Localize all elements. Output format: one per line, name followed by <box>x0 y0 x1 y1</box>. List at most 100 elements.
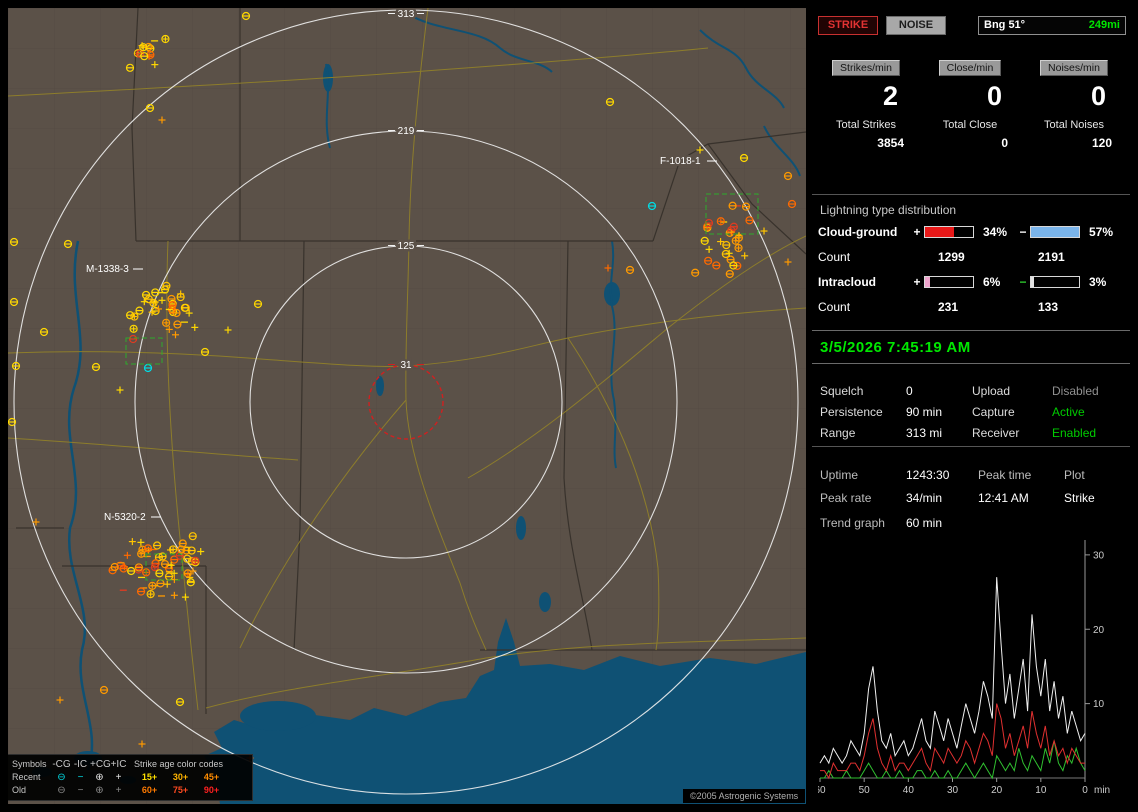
cg-plus-pct: 34% <box>983 224 1008 239</box>
map-legend: Symbols -CG -IC +CG+IC Strike age color code… <box>8 754 253 801</box>
plus-ic-old-icon: + <box>115 785 122 796</box>
legend-header-row: Symbols -CG -IC +CG+IC Strike age color code… <box>12 758 248 771</box>
plus-cg-recent-icon: ⊕ <box>95 772 104 783</box>
svg-text:125: 125 <box>398 241 415 252</box>
uptime-label: Uptime <box>820 468 859 482</box>
noises-per-min-button[interactable]: Noises/min <box>1040 60 1108 76</box>
svg-text:20: 20 <box>991 785 1003 796</box>
status-sidebar: STRIKE NOISE Bng 51° 249mi Strikes/min 2… <box>812 8 1130 804</box>
close-per-min-button[interactable]: Close/min <box>938 60 1002 76</box>
minus-sign: − <box>1019 274 1027 289</box>
peak-time-label: Peak time <box>978 468 1032 482</box>
plot-value: Strike <box>1064 491 1095 505</box>
total-noises-value: 120 <box>1091 136 1112 150</box>
capture-label: Capture <box>972 405 1015 419</box>
plus-cg-old-icon: ⊕ <box>95 785 104 796</box>
intracloud-label: Intracloud <box>818 274 877 289</box>
peak-time-value: 12:41 AM <box>978 491 1029 505</box>
map-panel[interactable]: F-1018-1 M-1338-3 N-5320-2 313 219 125 31 Symb… <box>8 8 806 804</box>
intracloud-row: Intracloud + 6% − 3% <box>812 269 1130 294</box>
copyright: ©2005 Astrogenic Systems <box>683 789 806 803</box>
plot-label: Plot <box>1064 468 1085 482</box>
svg-text:31: 31 <box>400 360 412 371</box>
ic-count-row: Count 231 133 <box>812 294 1130 319</box>
squelch-value: 0 <box>906 384 913 398</box>
cg-count-row: Count 1299 2191 <box>812 244 1130 269</box>
uptime-value: 1243:30 <box>906 468 950 482</box>
ic-minus-count: 133 <box>1038 299 1059 314</box>
stats-grid: Uptime 1243:30 Peak time Plot Peak rate … <box>812 454 1130 505</box>
datetime-display: 3/5/2026 7:45:19 AM <box>820 338 971 356</box>
ic-plus-bar <box>924 275 974 288</box>
capture-value: Active <box>1052 405 1085 419</box>
legend-symbols-header: Symbols <box>12 759 47 769</box>
svg-text:0: 0 <box>1082 785 1088 796</box>
trend-label-row: Trend graph 60 min <box>812 516 1130 530</box>
cg-minus-bar <box>1030 225 1080 238</box>
noises-per-min-value: 0 <box>1090 81 1106 111</box>
ic-minus-bar <box>1030 275 1080 288</box>
ic-plus-pct: 6% <box>983 274 1001 289</box>
svg-text:10: 10 <box>1035 785 1047 796</box>
legend-old-label: Old <box>12 785 27 795</box>
peak-rate-label: Peak rate <box>820 491 872 505</box>
svg-text:M-1338-3: M-1338-3 <box>86 264 129 275</box>
receiver-label: Receiver <box>972 426 1020 440</box>
noise-mode-button[interactable]: NOISE <box>886 15 946 35</box>
minus-cg-old-icon: ⊖ <box>57 785 66 796</box>
age-90: 90+ <box>203 785 220 795</box>
mode-toolbar: STRIKE NOISE Bng 51° 249mi <box>818 14 1126 36</box>
upload-value: Disabled <box>1052 384 1099 398</box>
cloud-ground-label: Cloud-ground <box>818 224 898 239</box>
plus-sign: + <box>913 224 921 239</box>
svg-text:20: 20 <box>1093 625 1105 636</box>
cg-plus-bar <box>924 225 974 238</box>
svg-text:30: 30 <box>947 785 959 796</box>
legend-recent-label: Recent <box>12 772 41 782</box>
svg-text:F-1018-1: F-1018-1 <box>660 156 701 167</box>
trend-graph-label: Trend graph <box>820 516 885 530</box>
bearing-label: Bng 51° <box>984 19 1026 31</box>
strikes-per-min-value: 2 <box>882 81 898 111</box>
legend-recent-row: Recent ⊖ − ⊕ +15+ 30+ 45+ <box>12 771 248 784</box>
trend-graph: 10 20 30 60 50 40 30 20 10 0 min <box>818 540 1110 796</box>
ic-count-label: Count <box>818 299 851 314</box>
divider <box>812 194 1130 195</box>
legend-age-header: Strike age color codes <box>134 759 224 769</box>
strikes-per-min-button[interactable]: Strikes/min <box>832 60 900 76</box>
range-label: Range <box>820 426 856 440</box>
legend-col-mcg: -CG <box>52 759 71 770</box>
legend-col-mic: -IC <box>73 759 88 770</box>
legend-col-pcg: +CG <box>90 759 111 770</box>
cg-minus-pct: 57% <box>1089 224 1114 239</box>
svg-text:N-5320-2: N-5320-2 <box>104 512 146 523</box>
minus-cg-recent-icon: ⊖ <box>57 772 66 783</box>
age-15: 15+ <box>141 772 158 782</box>
total-strikes-value: 3854 <box>877 136 904 150</box>
datetime-section: 3/5/2026 7:45:19 AM <box>812 330 1130 364</box>
svg-text:min: min <box>1094 785 1110 796</box>
persistence-value: 90 min <box>906 405 943 419</box>
svg-text:30: 30 <box>1093 550 1105 561</box>
svg-text:40: 40 <box>903 785 915 796</box>
distribution-title: Lightning type distribution <box>820 203 957 217</box>
persistence-label: Persistence <box>820 405 883 419</box>
ic-minus-pct: 3% <box>1089 274 1107 289</box>
svg-text:50: 50 <box>859 785 871 796</box>
close-column: Close/min 0 Total Close 0 <box>918 60 1022 150</box>
status-grid: Squelch 0 Upload Disabled Persistence 90… <box>812 374 1130 440</box>
divider <box>812 446 1130 447</box>
cg-count-label: Count <box>818 249 851 264</box>
ic-plus-count: 231 <box>938 299 959 314</box>
plus-ic-recent-icon: + <box>115 772 122 783</box>
range-value: 313 mi <box>906 426 943 440</box>
total-noises-label: Total Noises <box>1044 119 1104 131</box>
cg-plus-count: 1299 <box>938 249 965 264</box>
trend-window-value: 60 min <box>906 516 943 530</box>
map-canvas[interactable]: F-1018-1 M-1338-3 N-5320-2 313 219 125 31 <box>8 8 806 804</box>
bearing-distance: 249mi <box>1088 19 1120 31</box>
strike-mode-button[interactable]: STRIKE <box>818 15 878 35</box>
cg-minus-count: 2191 <box>1038 249 1065 264</box>
app-window: F-1018-1 M-1338-3 N-5320-2 313 219 125 31 Symb… <box>0 0 1138 812</box>
age-45: 45+ <box>203 772 220 782</box>
